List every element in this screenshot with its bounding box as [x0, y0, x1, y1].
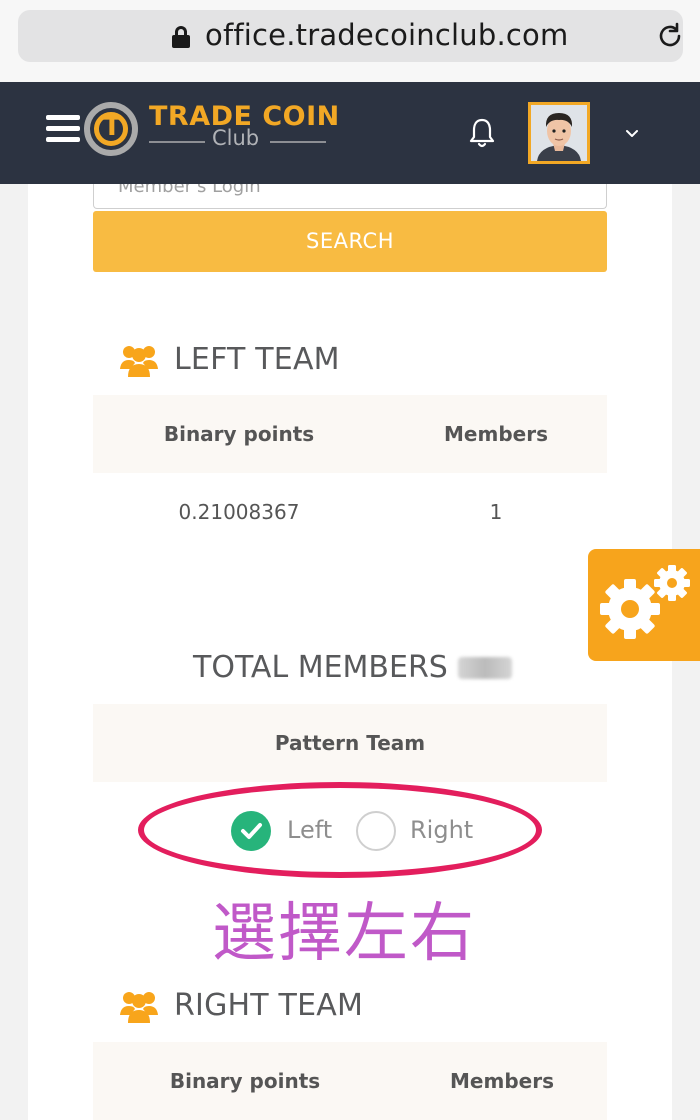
- search-placeholder: Member's Login: [118, 184, 261, 197]
- search-button[interactable]: SEARCH: [93, 211, 607, 272]
- column-members: Members: [444, 422, 548, 446]
- gear-icon: [600, 565, 690, 639]
- total-members: TOTAL MEMBERS: [193, 650, 512, 685]
- column-binary-points: Binary points: [163, 422, 315, 446]
- brand-divider-right: [270, 141, 326, 143]
- annotation-text: 選擇左右: [212, 897, 476, 971]
- bell-icon[interactable]: [468, 117, 496, 149]
- team-icon: [120, 345, 158, 377]
- settings-tab[interactable]: [588, 549, 700, 661]
- logo: T: [84, 102, 138, 156]
- column-binary-points: Binary points: [169, 1069, 321, 1093]
- right-team-table-header: Binary points Members: [93, 1042, 607, 1120]
- brand-divider-left: [149, 141, 205, 143]
- left-team-table-header: Binary points Members: [93, 395, 607, 473]
- lock-icon: [172, 26, 190, 48]
- right-team-heading: RIGHT TEAM: [120, 988, 363, 1023]
- left-members-value: 1: [489, 500, 503, 524]
- left-binary-points-value: 0.21008367: [178, 500, 300, 524]
- browser-bar: office.tradecoinclub.com: [0, 0, 700, 82]
- address-bar[interactable]: office.tradecoinclub.com: [18, 10, 683, 62]
- member-search-input[interactable]: Member's Login: [93, 184, 607, 209]
- avatar-image: [531, 105, 587, 161]
- brand-subtitle: Club: [212, 126, 260, 150]
- column-members: Members: [450, 1069, 554, 1093]
- chevron-down-icon[interactable]: [625, 127, 639, 141]
- left-team-title: LEFT TEAM: [174, 342, 340, 377]
- url-text[interactable]: office.tradecoinclub.com: [205, 18, 568, 52]
- right-team-title: RIGHT TEAM: [174, 988, 364, 1023]
- annotation-circle: [138, 782, 542, 878]
- team-icon: [120, 991, 158, 1023]
- avatar[interactable]: [528, 102, 590, 164]
- reload-icon[interactable]: [655, 21, 685, 51]
- app-header: T TRADE COIN Club: [0, 82, 700, 184]
- pattern-team-header: Pattern Team: [93, 704, 607, 782]
- left-team-heading: LEFT TEAM: [120, 342, 340, 377]
- total-members-label: TOTAL MEMBERS: [193, 650, 448, 685]
- redacted-count: [457, 656, 512, 679]
- logo-letter: T: [103, 112, 121, 142]
- hamburger-icon[interactable]: [46, 115, 80, 143]
